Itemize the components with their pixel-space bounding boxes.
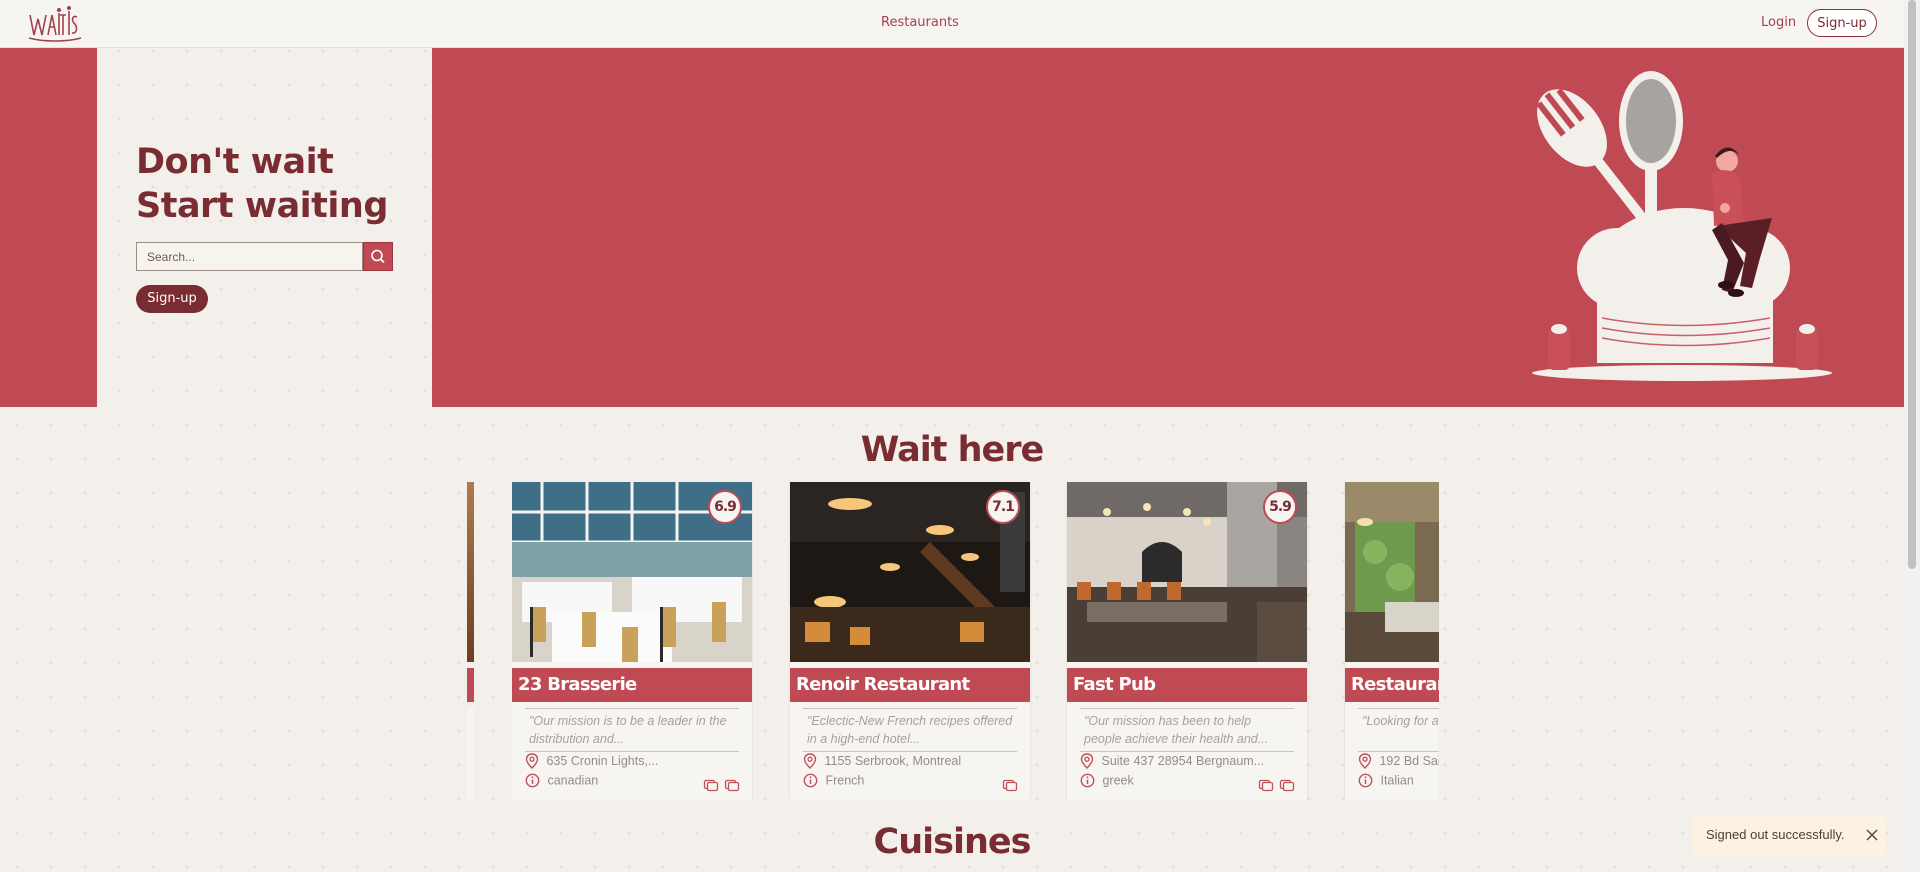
restaurant-name[interactable]: Restaurant: [1345, 668, 1439, 702]
location-pin-icon: [1080, 753, 1094, 769]
close-icon[interactable]: [1865, 828, 1879, 842]
search-icon: [371, 249, 385, 264]
address-row: 1155 Serbrook, Montreal: [803, 753, 1017, 771]
restaurant-description: "Eclectic-New French recipes offered in …: [803, 708, 1017, 752]
location-pin-icon: [1358, 753, 1372, 769]
info-icon: [1080, 773, 1095, 788]
hero-title-line1: Don't wait: [136, 142, 334, 182]
hero-signup-button[interactable]: Sign-up: [136, 285, 208, 313]
restaurant-address: 192 Bd Saint...: [1379, 754, 1439, 768]
info-icon: [525, 773, 540, 788]
restaurant-description: "Looking for a waiter/waitress...: [1358, 708, 1439, 752]
restaurant-address: Suite 437 28954 Bergnaum...: [1101, 754, 1265, 768]
cuisines-heading: Cuisines: [873, 822, 1032, 862]
restaurant-name[interactable]: 23 Brasserie: [512, 668, 752, 702]
hero-title-line2: Start waiting: [136, 186, 388, 226]
nav-restaurants-link[interactable]: Restaurants: [881, 15, 959, 30]
rating-badge: 7.1: [986, 490, 1020, 524]
restaurant-cuisine: French: [825, 773, 865, 788]
table-icon: [1279, 779, 1295, 792]
restaurant-card[interactable]: Restaurant "Looking for a waiter/waitres…: [1345, 482, 1439, 800]
login-link[interactable]: Login: [1761, 15, 1796, 30]
cuisine-row: Italian: [1358, 773, 1439, 791]
table-icon: [1002, 779, 1018, 792]
table-icons: [1258, 777, 1295, 796]
restaurant-photo: [1345, 482, 1439, 662]
table-icons: [1002, 777, 1018, 796]
search-button[interactable]: [363, 242, 393, 271]
hero-title: Don't wait Start waiting: [136, 140, 388, 228]
chef-hat-illustration: [1532, 71, 1832, 381]
restaurant-card[interactable]: 7.1 Renoir Restaurant "Eclectic-New Fren…: [790, 482, 1030, 800]
restaurant-cuisine: canadian: [547, 773, 599, 788]
header-signup-button[interactable]: Sign-up: [1807, 9, 1877, 37]
table-icons: [703, 777, 740, 796]
carousel-partial-card: [467, 482, 474, 800]
table-icon: [703, 779, 719, 792]
hero-banner: [432, 48, 1904, 407]
restaurant-description: "Our mission is to be a leader in the di…: [525, 708, 739, 752]
restaurant-card[interactable]: 5.9 Fast Pub "Our mission has been to he…: [1067, 482, 1307, 800]
info-icon: [803, 773, 818, 788]
table-icon: [1258, 779, 1274, 792]
restaurant-carousel[interactable]: 6.9 23 Brasserie "Our mission is to be a…: [512, 482, 1439, 800]
table-icon: [724, 779, 740, 792]
restaurant-name[interactable]: Fast Pub: [1067, 668, 1307, 702]
rating-badge: 5.9: [1263, 490, 1297, 524]
search-input[interactable]: [136, 242, 363, 271]
waitist-logo[interactable]: [27, 5, 83, 43]
restaurant-description: "Our mission has been to help people ach…: [1080, 708, 1294, 752]
signed-out-toast: Signed out successfully.: [1692, 815, 1886, 855]
location-pin-icon: [803, 753, 817, 769]
restaurant-card[interactable]: 6.9 23 Brasserie "Our mission is to be a…: [512, 482, 752, 800]
address-row: Suite 437 28954 Bergnaum...: [1080, 753, 1294, 771]
info-icon: [1358, 773, 1373, 788]
top-navbar: Restaurants Login Sign-up: [0, 0, 1904, 48]
cuisine-row: French: [803, 773, 1017, 791]
address-row: 635 Cronin Lights,...: [525, 753, 739, 771]
restaurant-cuisine: greek: [1102, 773, 1134, 788]
location-pin-icon: [525, 753, 539, 769]
address-row: 192 Bd Saint...: [1358, 753, 1439, 771]
hero-accent-strip: [0, 48, 97, 407]
rating-badge: 6.9: [708, 490, 742, 524]
restaurant-name[interactable]: Renoir Restaurant: [790, 668, 1030, 702]
restaurant-address: 1155 Serbrook, Montreal: [824, 754, 962, 768]
restaurant-cuisine: Italian: [1380, 773, 1414, 788]
wait-here-heading: Wait here: [860, 430, 1045, 470]
scrollbar-thumb[interactable]: [1908, 0, 1916, 569]
toast-message: Signed out successfully.: [1706, 827, 1845, 842]
restaurant-address: 635 Cronin Lights,...: [546, 754, 659, 768]
